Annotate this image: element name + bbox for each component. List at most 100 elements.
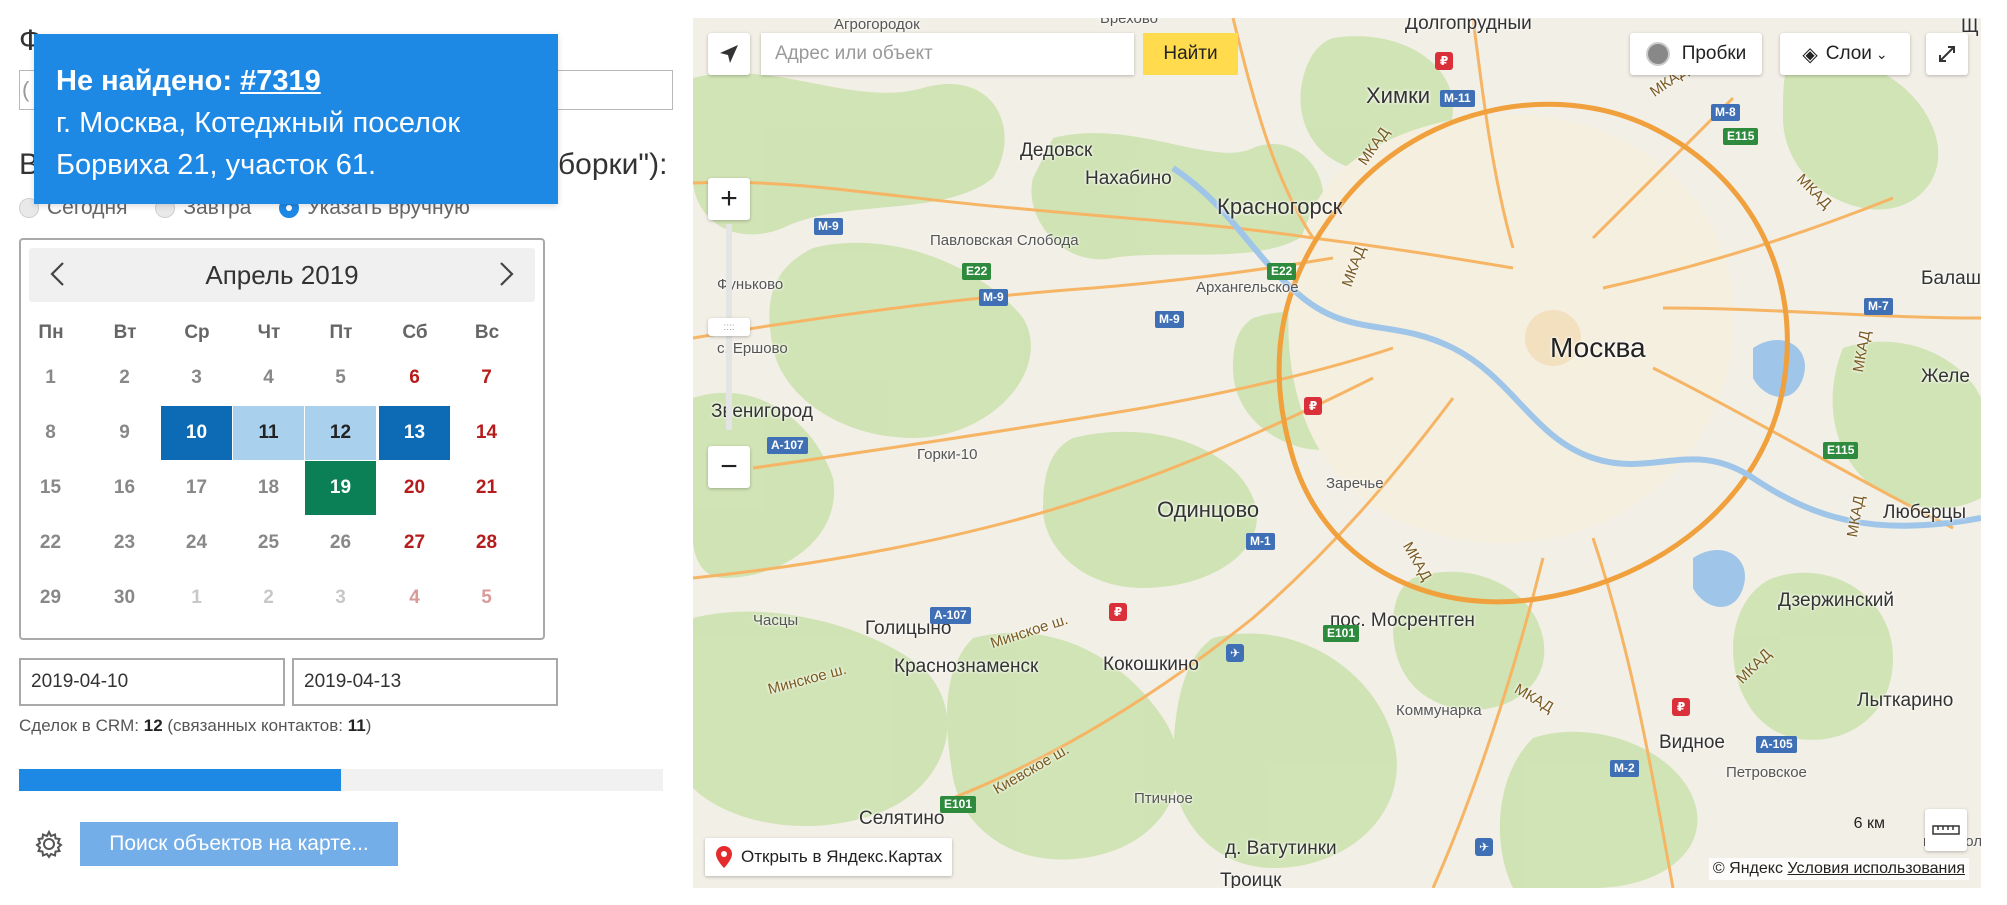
calendar-day[interactable]: 22 bbox=[15, 516, 86, 570]
calendar-day[interactable]: 1 bbox=[161, 571, 232, 625]
map-label-brekhovo: Брехово bbox=[1100, 18, 1159, 27]
calendar-day[interactable]: 21 bbox=[451, 461, 522, 515]
weekday-header: Вс bbox=[474, 322, 500, 343]
map-label-petrovskoe: Петровское bbox=[1726, 764, 1807, 781]
zoom-in-icon[interactable]: + bbox=[708, 178, 750, 220]
calendar-day[interactable]: 4 bbox=[233, 351, 304, 405]
calendar-day[interactable]: 13 bbox=[379, 406, 450, 460]
weekday-header: Сб bbox=[402, 322, 428, 343]
ruler-icon[interactable] bbox=[1925, 809, 1967, 851]
date-from-input[interactable]: 2019-04-10 bbox=[19, 658, 285, 706]
calendar-day[interactable]: 20 bbox=[379, 461, 450, 515]
calendar-day[interactable]: 3 bbox=[305, 571, 376, 625]
map-search-input[interactable]: Адрес или объект bbox=[761, 33, 1134, 75]
airport-icon: ✈ bbox=[1475, 838, 1493, 856]
calendar-day[interactable]: 25 bbox=[233, 516, 304, 570]
calendar-day[interactable]: 12 bbox=[305, 406, 376, 460]
weekday-header: Ср bbox=[184, 322, 210, 343]
airport-icon: ✈ bbox=[1226, 644, 1244, 662]
map-label-balashikha: Балаши bbox=[1921, 268, 1981, 289]
open-in-yandex-maps-button[interactable]: Открыть в Яндекс.Картах bbox=[705, 838, 953, 876]
road-shield: E22 bbox=[1267, 263, 1297, 280]
terms-of-use-link[interactable]: Условия использования bbox=[1787, 860, 1965, 877]
calendar-day[interactable]: 28 bbox=[451, 516, 522, 570]
calendar-day[interactable]: 18 bbox=[233, 461, 304, 515]
gear-icon[interactable] bbox=[34, 829, 64, 859]
calendar-day[interactable]: 8 bbox=[15, 406, 86, 460]
calendar-day[interactable]: 7 bbox=[451, 351, 522, 405]
date-range-calendar: Апрель 2019 Пн Вт Ср Чт Пт Сб Вс 1 2 3 4 5 6 7 8 9 10 11 1… bbox=[19, 238, 545, 640]
calendar-day[interactable]: 1 bbox=[15, 351, 86, 405]
calendar-day[interactable]: 3 bbox=[161, 351, 232, 405]
date-to-input[interactable]: 2019-04-13 bbox=[292, 658, 558, 706]
road-shield: E115 bbox=[1823, 442, 1859, 459]
map-search-button[interactable]: Найти bbox=[1143, 33, 1238, 75]
calendar-day[interactable]: 17 bbox=[161, 461, 232, 515]
calendar-day[interactable]: 26 bbox=[305, 516, 376, 570]
calendar-day[interactable]: 9 bbox=[89, 406, 160, 460]
map-label-arkhangelskoe: Архангельское bbox=[1196, 279, 1299, 296]
calendar-day[interactable]: 16 bbox=[89, 461, 160, 515]
calendar-day[interactable]: 27 bbox=[379, 516, 450, 570]
traffic-button[interactable]: Пробки bbox=[1630, 33, 1762, 75]
map-label-nakhabino: Нахабино bbox=[1085, 168, 1172, 189]
calendar-day[interactable]: 23 bbox=[89, 516, 160, 570]
stats-close: ) bbox=[365, 716, 372, 735]
crm-stats: Сделок в CRM: 12 (связанных контактов: 1… bbox=[19, 716, 371, 736]
map-label-zhele: Желе bbox=[1921, 366, 1970, 387]
map-label-dedovsk: Дедовск bbox=[1020, 140, 1093, 161]
map-label-selyatino: Селятино bbox=[859, 808, 945, 829]
map-label-krasnoznamensk: Краснознаменск bbox=[894, 656, 1039, 677]
calendar-day[interactable]: 14 bbox=[451, 406, 522, 460]
map-label-khimki: Химки bbox=[1366, 83, 1431, 108]
notification-prefix: Не найдено: bbox=[56, 65, 241, 97]
calendar-day[interactable]: 4 bbox=[379, 571, 450, 625]
calendar-day[interactable]: 6 bbox=[379, 351, 450, 405]
road-shield: M-9 bbox=[979, 289, 1008, 306]
not-found-notification: Не найдено: #7319 г. Москва, Котеджный п… bbox=[34, 34, 558, 204]
yandex-map[interactable]: Москва Красногорск Одинцово Химки Дедовс… bbox=[693, 18, 1981, 888]
fuel-station-icon: ₽ bbox=[1109, 603, 1127, 621]
calendar-day[interactable]: 24 bbox=[161, 516, 232, 570]
road-shield: E101 bbox=[1323, 625, 1360, 642]
map-copyright: © Яндекс Условия использования bbox=[1708, 858, 1969, 880]
deals-label: Сделок в CRM: bbox=[19, 716, 144, 735]
calendar-day[interactable]: 10 bbox=[161, 406, 232, 460]
deals-count: 12 bbox=[143, 716, 163, 735]
calendar-day[interactable]: 19 bbox=[305, 461, 376, 515]
zoom-out-icon[interactable]: − bbox=[708, 446, 750, 488]
road-shield: M-2 bbox=[1610, 760, 1639, 777]
weekday-header: Вт bbox=[113, 322, 137, 343]
zoom-slider-handle[interactable]: :::: bbox=[708, 318, 750, 336]
road-shield: M-9 bbox=[814, 218, 843, 235]
map-label-lytkarino: Лыткарино bbox=[1857, 690, 1954, 711]
chevron-right-icon[interactable] bbox=[489, 258, 521, 290]
road-shield: M-9 bbox=[1155, 311, 1184, 328]
search-objects-on-map-button[interactable]: Поиск объектов на карте... bbox=[80, 822, 398, 866]
calendar-day[interactable]: 5 bbox=[305, 351, 376, 405]
calendar-day[interactable]: 2 bbox=[89, 351, 160, 405]
notification-line-2: Борвиха 21, участок 61. bbox=[56, 149, 377, 181]
map-label-pavlovskaya: Павловская Слобода bbox=[930, 232, 1079, 249]
calendar-day[interactable]: 30 bbox=[89, 571, 160, 625]
calendar-day[interactable]: 5 bbox=[451, 571, 522, 625]
road-shield: A-107 bbox=[767, 437, 808, 454]
map-label-moscow: Москва bbox=[1550, 332, 1646, 363]
fullscreen-icon[interactable] bbox=[1926, 33, 1968, 75]
left-panel: Ф ( В борки"): Сегодня Завтра Указать вр… bbox=[0, 0, 690, 905]
map-label-kommunarka: Коммунарка bbox=[1396, 702, 1482, 719]
fuel-station-icon: ₽ bbox=[1435, 52, 1453, 70]
map-canvas[interactable] bbox=[693, 18, 1981, 888]
calendar-day[interactable]: 2 bbox=[233, 571, 304, 625]
map-label-dolgoprudny: Долгопрудный bbox=[1405, 18, 1532, 34]
calendar-day[interactable]: 15 bbox=[15, 461, 86, 515]
calendar-day[interactable]: 11 bbox=[233, 406, 304, 460]
notification-title: Не найдено: #7319 bbox=[56, 60, 536, 102]
notification-link[interactable]: #7319 bbox=[240, 65, 321, 97]
map-label-dzerzhinsky: Дзержинский bbox=[1778, 590, 1894, 611]
layers-button[interactable]: ◈ Слои ⌄ bbox=[1780, 33, 1910, 75]
layers-icon: ◈ bbox=[1802, 43, 1818, 66]
calendar-day[interactable]: 29 bbox=[15, 571, 86, 625]
road-shield: M-8 bbox=[1711, 104, 1740, 121]
geolocation-icon[interactable] bbox=[708, 33, 750, 75]
